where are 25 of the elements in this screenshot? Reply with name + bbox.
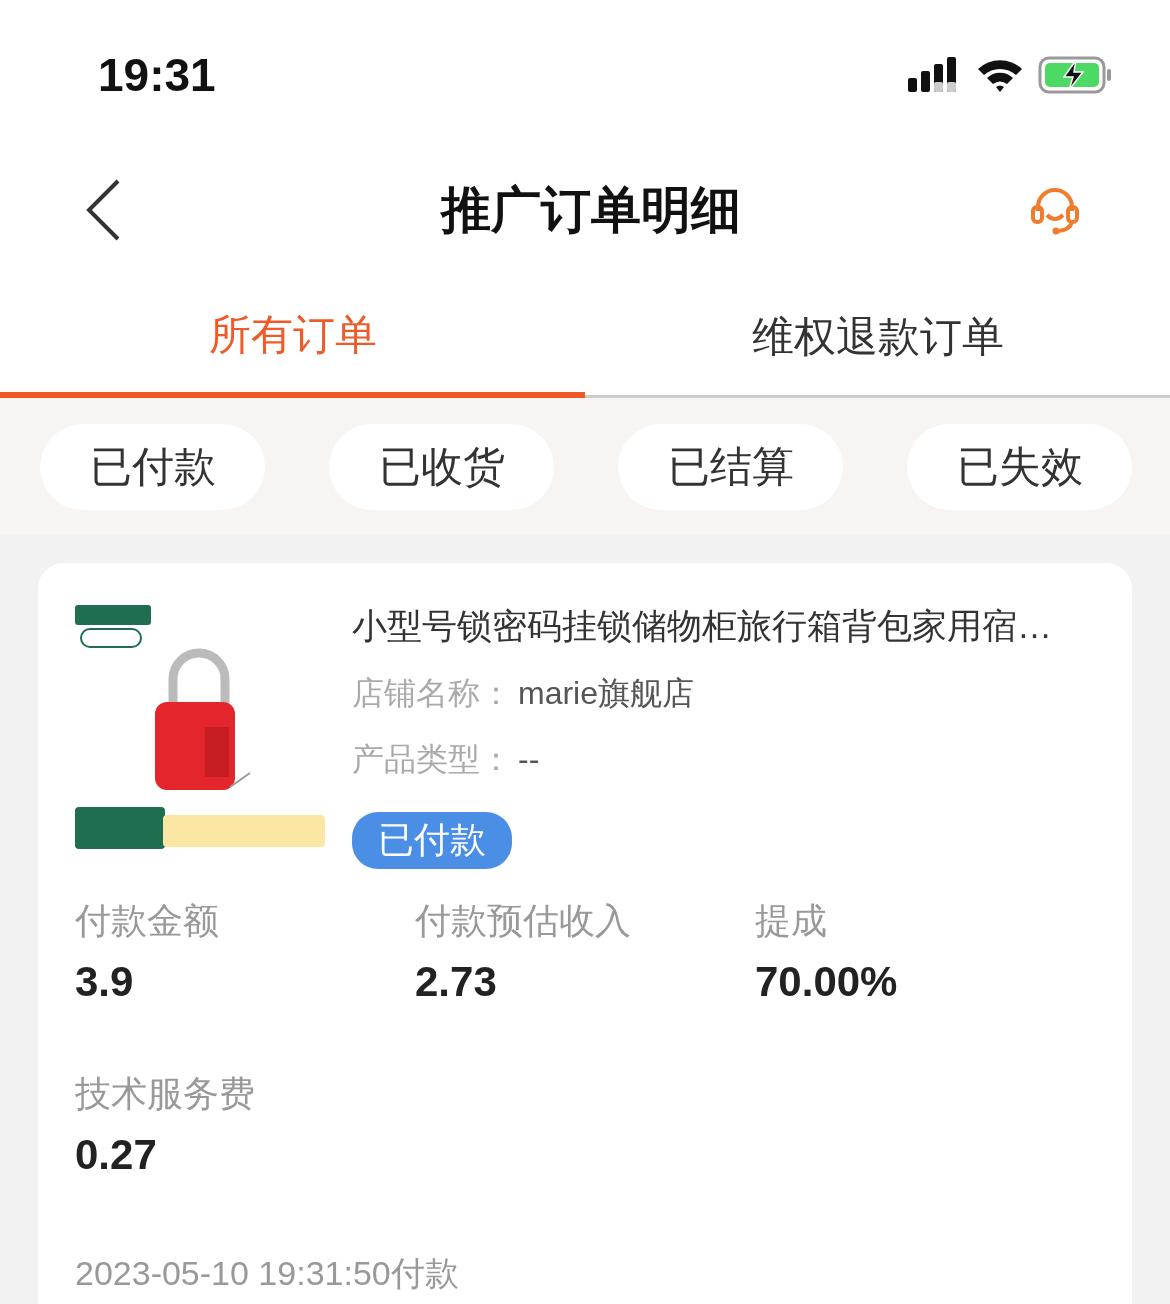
back-icon[interactable] [85, 179, 121, 241]
filter-chip[interactable]: 已失效 [907, 423, 1132, 510]
wifi-icon [976, 57, 1024, 93]
filter-chip[interactable]: 已收货 [329, 423, 554, 510]
product-type: -- [518, 741, 540, 778]
payment-time: 2023-05-10 19:31:50付款 [75, 1253, 460, 1294]
metric-label: 技术服务费 [75, 1072, 256, 1116]
metric-value: 0.27 [75, 1131, 158, 1179]
headset-icon[interactable] [1030, 185, 1080, 235]
shop-label: 店铺名称： [352, 674, 512, 713]
type-label: 产品类型： [352, 740, 512, 779]
filter-chip[interactable]: 已付款 [40, 423, 265, 510]
product-title: 小型号锁密码挂锁储物柜旅行箱背包家用宿… [352, 605, 1052, 647]
shop-name: marie旗舰店 [518, 674, 694, 713]
page-title: 推广订单明细 [440, 180, 741, 240]
clock: 19:31 [98, 48, 216, 102]
filter-chip[interactable]: 已结算 [618, 423, 843, 510]
metric-value: 70.00% [755, 958, 899, 1006]
metric-value: 3.9 [75, 958, 135, 1006]
metric-label: 付款金额 [75, 899, 220, 943]
metric-value: 2.73 [415, 958, 498, 1006]
battery-charging-icon [1038, 56, 1114, 94]
metric-label: 提成 [755, 899, 828, 943]
status-badge: 已付款 [352, 812, 512, 869]
metric-label: 付款预估收入 [415, 899, 632, 943]
